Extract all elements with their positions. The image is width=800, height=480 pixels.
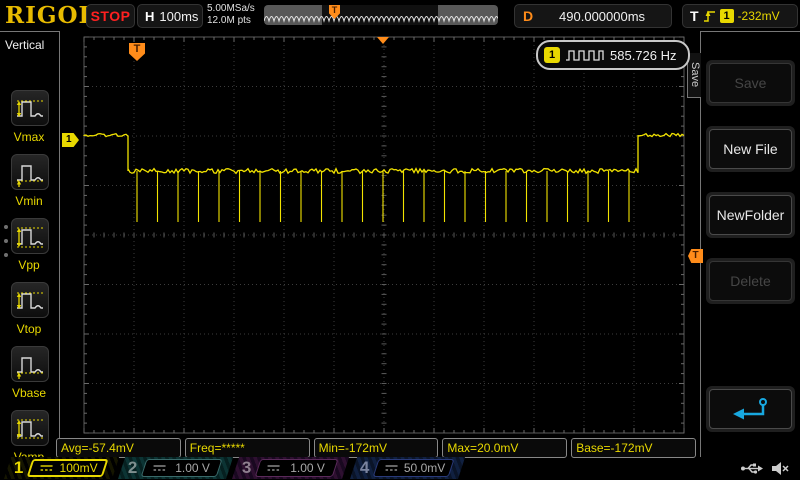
memory-depth: 12.0M pts [207,15,251,26]
new-file-button-label: New File [709,129,792,169]
channel-4-scale-box: 50.0mV [372,459,455,477]
sample-rate: 5.00MSa/s [207,3,255,14]
vbase-icon [16,357,43,379]
trigger-t-label: T [690,8,699,24]
menu-item-vbase[interactable] [11,346,49,382]
channel-4-block[interactable]: 4 50.0mV [350,457,466,479]
measurement-results-bar: Avg=-57.4mV Freq=***** Min=-172mV Max=20… [56,438,696,458]
dc-coupling-icon [385,465,398,471]
page-indicator-dot [4,225,8,229]
vtop-icon [16,292,43,309]
pulse-train-icon [566,50,604,61]
oscilloscope-screen: { "brand": "RIGOL", "top_bar": { "run_st… [0,0,800,480]
menu-label-vmax: Vmax [13,130,45,144]
delete-button-label: Delete [709,261,792,301]
menu-item-vtop[interactable] [11,282,49,318]
page-indicator-dot [4,239,8,243]
preview-waveform-icon [264,16,498,23]
menu-label-vbase: Vbase [11,386,47,400]
back-button[interactable] [706,386,795,432]
dc-coupling-icon [153,465,166,471]
channel-3-block[interactable]: 3 1.00 V [232,457,350,479]
menu-item-vmax[interactable] [11,90,49,126]
delay-value: 490.000000ms [559,8,646,24]
channel-2-scale-box: 1.00 V [140,459,223,477]
vmin-icon [16,165,43,187]
channel-status-bar: 1 100mV 2 1.00 V 3 1.00 V 4 50.0mV [0,457,700,480]
run-state-label: STOP [90,8,131,24]
save-button-label: Save [709,63,792,103]
measurement-min: Min=-172mV [313,438,439,458]
top-status-bar: RIGOL STOP H 100ms 5.00MSa/s 12.0M pts T… [0,0,800,31]
graticule-and-trace [83,36,685,434]
vmax-icon [16,100,43,117]
channel-3-scale-box: 1.00 V [254,459,339,477]
timebase-h-label: H [145,8,155,24]
trigger-status-box[interactable]: T 1 -232mV [682,4,798,28]
menu-label-vmin: Vmin [15,194,43,208]
delete-button[interactable]: Delete [706,258,795,304]
run-state-button[interactable]: STOP [86,4,135,28]
menu-item-vamp[interactable] [11,410,49,446]
trigger-level-value: -232mV [737,9,780,23]
freq-counter-value: 585.726 Hz [610,47,677,63]
menu-label-vtop: Vtop [16,322,42,336]
freq-counter-channel-badge: 1 [544,47,560,63]
return-arrow-icon [732,398,767,420]
new-file-button[interactable]: New File [706,126,795,172]
channel-4-scale: 50.0mV [403,461,446,475]
save-button[interactable]: Save [706,60,795,106]
trigger-source-badge: 1 [719,9,734,23]
save-menu-panel: Save Save New File NewFolder Delete [687,31,800,457]
channel-2-block[interactable]: 2 1.00 V [118,457,234,479]
screen-center-marker [377,37,389,44]
channel-2-scale: 1.00 V [175,461,210,475]
channel-1-block[interactable]: 1 100mV [4,457,120,479]
status-icons [740,457,800,480]
ch1-trace-spikes [136,171,630,222]
measurement-base: Base=-172mV [571,438,696,458]
vpp-icon [16,227,43,248]
channel-1-scale-box: 100mV [26,459,109,477]
measurement-max: Max=20.0mV [442,438,568,458]
page-indicator-dot [4,253,8,257]
rigol-logo: RIGOL [5,2,96,29]
measurement-avg: Avg=-57.4mV [56,438,181,458]
dc-coupling-icon [40,465,53,471]
timebase-value: 100ms [159,8,199,24]
channel-3-scale: 1.00 V [290,461,325,475]
memory-preview-bar[interactable]: T [264,5,498,25]
menu-label-vpp: Vpp [18,258,40,272]
frequency-counter-badge: 1 585.726 Hz [536,40,690,70]
new-folder-button[interactable]: NewFolder [706,192,795,238]
usb-icon [741,463,763,474]
measurement-freq: Freq=***** [184,438,310,458]
menu-item-vpp[interactable] [11,218,49,254]
trigger-delay-box[interactable]: D 490.000000ms [514,4,672,28]
left-menu-title: Vertical [5,38,45,52]
delay-d-label: D [523,8,534,24]
new-folder-button-label: NewFolder [709,195,792,235]
vamp-icon [16,419,43,439]
acquisition-info: 5.00MSa/s 12.0M pts [207,3,255,27]
dc-coupling-icon [267,465,280,471]
channel-1-scale: 100mV [59,461,98,475]
timebase-box[interactable]: H 100ms [137,4,203,28]
speaker-muted-icon [772,462,789,475]
menu-item-vmin[interactable] [11,154,49,190]
vertical-measure-menu: Vertical Vmax Vmin Vpp Vtop Vbase [0,31,60,464]
trigger-slope-icon [703,10,715,22]
